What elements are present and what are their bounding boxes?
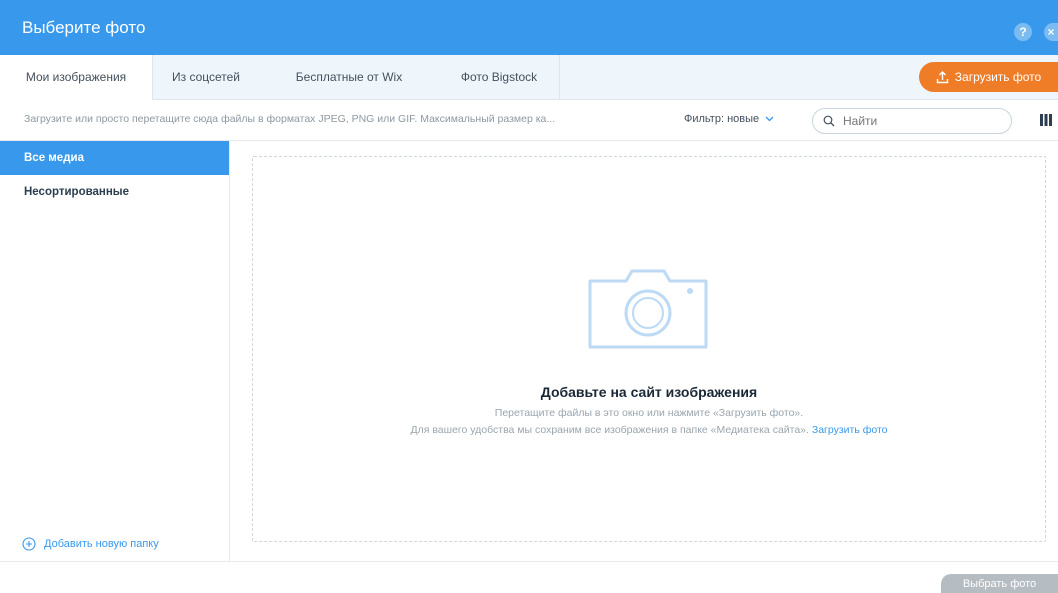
add-folder-label: Добавить новую папку <box>44 538 159 550</box>
tab-social[interactable]: Из соцсетей <box>153 55 259 99</box>
search-box <box>812 108 1012 134</box>
sidebar-item-unsorted[interactable]: Несортированные <box>0 175 229 209</box>
upload-photo-link[interactable]: Загрузить фото <box>812 424 888 436</box>
upload-photo-label: Загрузить фото <box>954 70 1042 84</box>
search-input[interactable] <box>841 113 995 129</box>
plus-circle-icon <box>22 537 36 551</box>
tab-bigstock[interactable]: Фото Bigstock <box>439 55 560 99</box>
source-tabs: Мои изображения Из соцсетей Бесплатные о… <box>0 55 1058 100</box>
upload-hint: Загрузите или просто перетащите сюда фай… <box>24 113 556 125</box>
info-toolbar: Загрузите или просто перетащите сюда фай… <box>0 100 1058 141</box>
sidebar-item-label: Несортированные <box>24 186 130 198</box>
add-folder-button[interactable]: Добавить новую папку <box>22 537 159 551</box>
tab-my-images[interactable]: Мои изображения <box>0 55 153 100</box>
camera-icon <box>588 269 708 349</box>
upload-icon <box>936 70 948 83</box>
dropzone-hint-line-1: Перетащите файлы в это окно или нажмите … <box>494 407 804 419</box>
tab-free-wix[interactable]: Бесплатные от Wix <box>259 55 439 99</box>
folders-sidebar: Все медиа Несортированные Добавить новую… <box>0 141 230 561</box>
upload-photo-button[interactable]: Загрузить фото <box>919 62 1058 92</box>
dropzone-title: Добавьте на сайт изображения <box>540 384 758 400</box>
close-button[interactable]: × <box>1044 23 1058 41</box>
dropzone-hint-text: Для вашего удобства мы сохраним все изоб… <box>410 424 809 436</box>
help-button[interactable]: ? <box>1014 23 1032 41</box>
chevron-down-icon <box>765 116 774 122</box>
filter-dropdown[interactable]: Фильтр: новые <box>684 113 774 125</box>
filter-label: Фильтр: новые <box>684 113 760 125</box>
dialog-header: Выберите фото ? × <box>0 0 1058 55</box>
footer-divider <box>0 561 1058 562</box>
sidebar-item-all-media[interactable]: Все медиа <box>0 141 229 175</box>
choose-photo-button[interactable]: Выбрать фото <box>941 574 1058 593</box>
drop-zone[interactable]: Добавьте на сайт изображения Перетащите … <box>252 156 1046 542</box>
grid-view-icon[interactable] <box>1040 114 1052 126</box>
search-icon <box>823 115 835 127</box>
dialog-title: Выберите фото <box>22 18 146 37</box>
sidebar-item-label: Все медиа <box>24 152 84 164</box>
dropzone-hint-line-2: Для вашего удобства мы сохраним все изоб… <box>253 424 1045 436</box>
